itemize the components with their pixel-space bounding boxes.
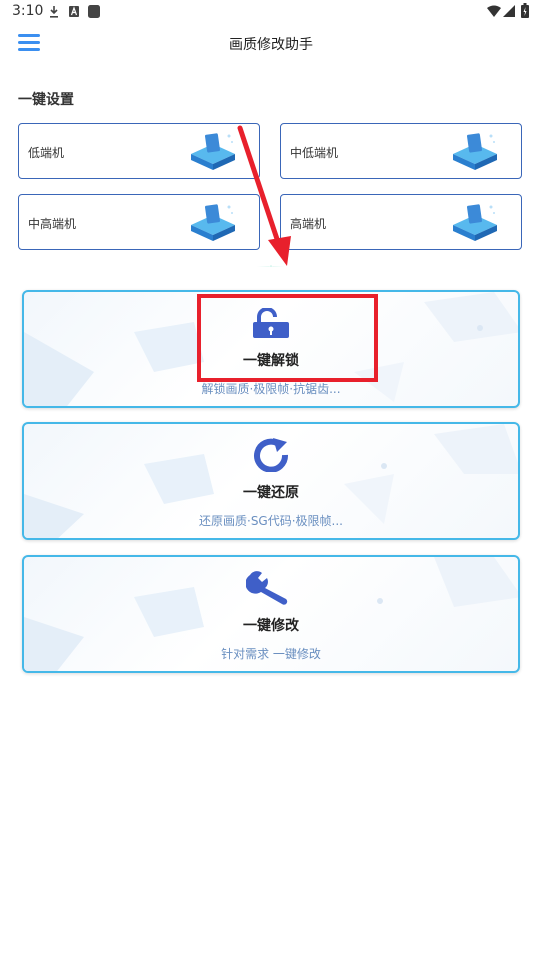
- refresh-icon: [254, 438, 289, 472]
- card-title: 一键修改: [243, 618, 299, 634]
- section-title: 一键设置: [18, 92, 74, 108]
- preset-mid-low-button[interactable]: 中低端机: [280, 123, 522, 179]
- wrench-icon: [246, 571, 288, 605]
- app-bar: 画质修改助手: [0, 24, 542, 64]
- a-badge-icon: [69, 6, 79, 17]
- status-bar: 3:10: [0, 0, 542, 24]
- phone-platform-icon: [453, 133, 497, 170]
- card-subtitle: 解锁画质·极限帧·抗锯齿...: [201, 382, 341, 396]
- card-subtitle: 还原画质·SG代码·极限帧...: [199, 514, 343, 528]
- phone-platform-icon: [191, 133, 235, 170]
- preset-label: 低端机: [28, 146, 65, 160]
- phone-platform-icon: [191, 204, 235, 241]
- card-title: 一键还原: [243, 485, 299, 501]
- wifi-icon: [487, 5, 501, 17]
- preset-label: 中低端机: [290, 146, 339, 160]
- card-subtitle: 针对需求 一键修改: [221, 647, 321, 661]
- card-one-click-modify[interactable]: 一键修改 针对需求 一键修改: [22, 555, 520, 673]
- phone-platform-icon: [453, 204, 497, 241]
- annotation-highlight-box: [197, 294, 378, 382]
- status-time: 3:10: [12, 3, 44, 19]
- divider-glow: [256, 265, 286, 267]
- signal-icon: [503, 5, 515, 17]
- preset-label: 高端机: [290, 217, 327, 231]
- preset-mid-high-button[interactable]: 中高端机: [18, 194, 260, 250]
- preset-high-end-button[interactable]: 高端机: [280, 194, 522, 250]
- preset-label: 中高端机: [28, 217, 77, 231]
- battery-icon: [521, 3, 529, 18]
- card-one-click-restore[interactable]: 一键还原 还原画质·SG代码·极限帧...: [22, 422, 520, 540]
- preset-low-end-button[interactable]: 低端机: [18, 123, 260, 179]
- app-square-icon: [88, 5, 100, 18]
- page-title: 画质修改助手: [229, 37, 313, 53]
- download-icon: [50, 6, 58, 18]
